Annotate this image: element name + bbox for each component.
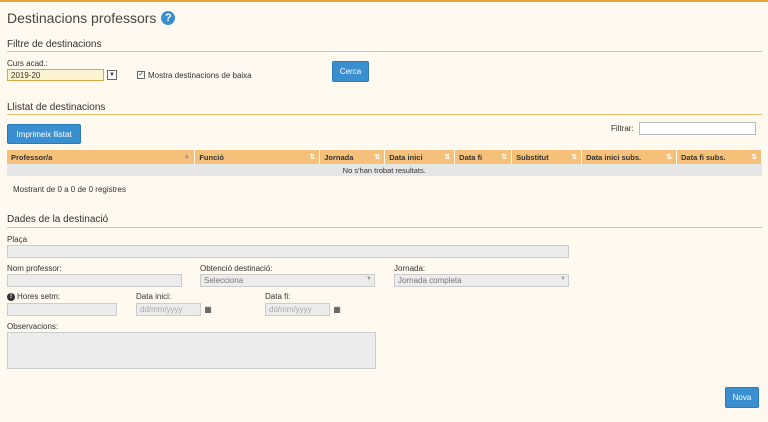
origin-label: Obtenció destinació:	[200, 264, 273, 273]
page-title: Destinacions professors ?	[7, 10, 176, 26]
column-header[interactable]: Data fi ⇅	[454, 150, 513, 164]
column-header[interactable]: Jornada ⇅	[319, 150, 386, 164]
origin-select[interactable]: Selecciona	[200, 274, 375, 287]
notes-textarea[interactable]	[7, 332, 376, 369]
end-date-field[interactable]: dd/mm/yyyy	[265, 303, 330, 316]
show-inactive-checkbox[interactable]: ✓	[137, 71, 145, 79]
notes-label: Observacions:	[7, 322, 59, 331]
chevron-down-icon[interactable]: ▼	[107, 70, 117, 80]
column-header[interactable]: Professor/a ▲	[7, 150, 196, 164]
list-divider	[7, 114, 762, 115]
search-button[interactable]: Cerca	[332, 61, 369, 82]
schedule-label: Jornada:	[394, 264, 426, 273]
details-section-title: Dades de la destinació	[7, 214, 109, 225]
hours-field[interactable]	[7, 303, 117, 316]
calendar-icon[interactable]: ▦	[203, 304, 213, 314]
place-label: Plaça	[7, 235, 28, 244]
schedule-select[interactable]: Jornada completa	[394, 274, 569, 287]
filter-input[interactable]	[639, 122, 756, 135]
help-icon[interactable]: ?	[161, 11, 176, 25]
column-header[interactable]: Data inici ⇅	[384, 150, 456, 164]
destinations-table: Professor/a ▲ Funció ⇅ Jornada ⇅ Data inici…	[7, 150, 762, 176]
course-label: Curs acad.:	[7, 59, 48, 68]
column-header[interactable]: Data fi subs. ⇅	[676, 150, 762, 164]
teacher-field[interactable]	[7, 274, 182, 287]
filter-divider	[7, 51, 762, 52]
place-field[interactable]	[7, 245, 569, 258]
chevron-down-icon: ▼	[366, 276, 372, 282]
list-section-title: Llistat de destinacions	[7, 102, 106, 113]
page: Destinacions professors ? Filtre de dest…	[0, 0, 768, 422]
empty-message: No s'han trobat resultats.	[7, 164, 762, 176]
column-header[interactable]: Data inici subs. ⇅	[581, 150, 677, 164]
start-date-field[interactable]: dd/mm/yyyy	[136, 303, 201, 316]
column-header[interactable]: Funció ⇅	[194, 150, 321, 164]
table-row: No s'han trobat resultats.	[7, 164, 762, 176]
teacher-label: Nom professor:	[7, 264, 62, 273]
start-label: Data inici:	[136, 292, 172, 301]
new-button[interactable]: Nova	[725, 387, 759, 408]
show-inactive-label: Mostra destinacions de baixa	[148, 71, 252, 80]
column-header[interactable]: Substitut ⇅	[511, 150, 583, 164]
details-divider	[7, 227, 762, 228]
chevron-down-icon: ▼	[560, 276, 566, 282]
filter-label: Filtrar:	[611, 124, 634, 133]
info-icon: !	[7, 292, 15, 301]
calendar-icon[interactable]: ▦	[332, 304, 342, 314]
table-header-row: Professor/a ▲ Funció ⇅ Jornada ⇅ Data inici…	[7, 150, 762, 164]
hours-label-wrap: ! Hores setm:	[7, 292, 60, 301]
table-info: Mostrant de 0 a 0 de 0 registres	[13, 185, 126, 194]
filter-section-title: Filtre de destinacions	[7, 39, 102, 50]
course-select[interactable]: 2019-20	[7, 69, 104, 81]
end-label: Data fi:	[265, 292, 291, 301]
print-list-button[interactable]: Imprimeix llistat	[7, 124, 81, 144]
